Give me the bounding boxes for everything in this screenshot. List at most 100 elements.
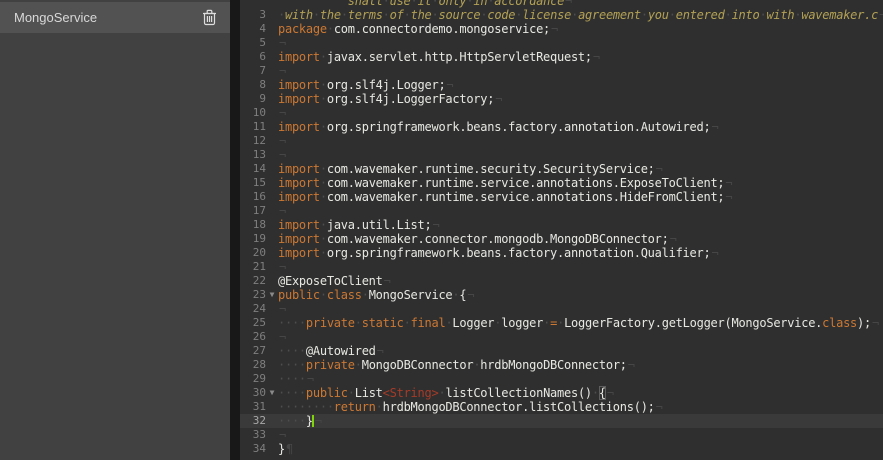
code-text: ····¬ bbox=[278, 372, 883, 386]
line-number-gutter: 33 bbox=[240, 428, 278, 442]
code-line: 18import·java.util.List;¬ bbox=[240, 218, 883, 232]
line-number: 10 bbox=[240, 106, 266, 120]
fold-spacer bbox=[266, 120, 278, 134]
code-text: ¬ bbox=[278, 106, 883, 120]
code-line: 22 @ExposeToClient¬ bbox=[240, 274, 883, 288]
code-editor[interactable]: shall·use·it·only·in·accordance¬3·with·t… bbox=[240, 0, 883, 460]
line-number: 11 bbox=[240, 120, 266, 134]
code-text: ····}¬ bbox=[278, 414, 883, 428]
fold-toggle-icon[interactable]: ▼ bbox=[266, 386, 278, 400]
code-line: 7¬ bbox=[240, 64, 883, 78]
line-number-gutter: 8 bbox=[240, 78, 278, 92]
code-text: package·com.connectordemo.mongoservice;¬ bbox=[278, 22, 883, 36]
fold-spacer bbox=[266, 372, 278, 386]
line-number: 20 bbox=[240, 246, 266, 260]
fold-spacer bbox=[266, 204, 278, 218]
service-name-label: MongoService bbox=[14, 10, 198, 25]
line-number-gutter: 23▼ bbox=[240, 288, 278, 302]
line-number: 28 bbox=[240, 358, 266, 372]
fold-toggle-icon[interactable]: ▼ bbox=[266, 288, 278, 302]
code-line: 26¬ bbox=[240, 330, 883, 344]
line-number-gutter: 6 bbox=[240, 50, 278, 64]
code-text: import·com.wavemaker.connector.mongodb.M… bbox=[278, 232, 883, 246]
code-line: 6import·javax.servlet.http.HttpServletRe… bbox=[240, 50, 883, 64]
code-line: 28····private·MongoDBConnector·hrdbMongo… bbox=[240, 358, 883, 372]
line-number bbox=[240, 0, 266, 8]
line-number-gutter: 25 bbox=[240, 316, 278, 330]
line-number: 19 bbox=[240, 232, 266, 246]
line-number-gutter: 11 bbox=[240, 120, 278, 134]
line-number-gutter: 31 bbox=[240, 400, 278, 414]
line-number-gutter bbox=[240, 0, 278, 8]
code-text: public·class·MongoService·{¬ bbox=[278, 288, 883, 302]
code-line: 21 ¬ bbox=[240, 260, 883, 274]
line-number: 21 bbox=[240, 260, 266, 274]
fold-spacer bbox=[266, 106, 278, 120]
code-text: shall·use·it·only·in·accordance¬ bbox=[278, 0, 883, 8]
fold-spacer bbox=[266, 302, 278, 316]
code-text: ¬ bbox=[278, 260, 883, 274]
fold-spacer bbox=[266, 274, 278, 288]
fold-spacer bbox=[266, 190, 278, 204]
line-number: 26 bbox=[240, 330, 266, 344]
line-number-gutter: 13 bbox=[240, 148, 278, 162]
code-line: 14import·com.wavemaker.runtime.security.… bbox=[240, 162, 883, 176]
code-text: }¶ bbox=[278, 442, 883, 456]
code-text: @ExposeToClient¬ bbox=[278, 274, 883, 288]
code-text: ¬ bbox=[278, 302, 883, 316]
fold-spacer bbox=[266, 50, 278, 64]
line-number: 5 bbox=[240, 36, 266, 50]
code-line: 3·with·the·terms·of·the·source·code·lice… bbox=[240, 8, 883, 22]
line-number-gutter: 24 bbox=[240, 302, 278, 316]
fold-spacer bbox=[266, 64, 278, 78]
services-sidebar: MongoService bbox=[0, 0, 230, 460]
code-text: ¬ bbox=[278, 428, 883, 442]
trash-icon bbox=[202, 9, 217, 26]
line-number: 8 bbox=[240, 78, 266, 92]
line-number: 34 bbox=[240, 442, 266, 456]
code-line: 27····@Autowired¬ bbox=[240, 344, 883, 358]
line-number-gutter: 10 bbox=[240, 106, 278, 120]
code-text: ····@Autowired¬ bbox=[278, 344, 883, 358]
code-line: 16import·com.wavemaker.runtime.service.a… bbox=[240, 190, 883, 204]
fold-spacer bbox=[266, 442, 278, 456]
code-text: import·org.springframework.beans.factory… bbox=[278, 120, 883, 134]
code-line: 30▼····public·List<String>·listCollectio… bbox=[240, 386, 883, 400]
line-number-gutter: 28 bbox=[240, 358, 278, 372]
code-line: 24¬ bbox=[240, 302, 883, 316]
line-number-gutter: 4 bbox=[240, 22, 278, 36]
line-number: 31 bbox=[240, 400, 266, 414]
code-text: import·com.wavemaker.runtime.service.ann… bbox=[278, 176, 883, 190]
delete-service-button[interactable] bbox=[198, 7, 220, 29]
code-text: ¬ bbox=[278, 64, 883, 78]
line-number-gutter: 29 bbox=[240, 372, 278, 386]
sidebar-item-mongoservice[interactable]: MongoService bbox=[0, 2, 230, 33]
line-number: 7 bbox=[240, 64, 266, 78]
code-line: 8import·org.slf4j.Logger;¬ bbox=[240, 78, 883, 92]
code-text: ····public·List<String>·listCollectionNa… bbox=[278, 386, 883, 400]
line-number: 15 bbox=[240, 176, 266, 190]
code-text: import·org.springframework.beans.factory… bbox=[278, 246, 883, 260]
code-line: 9import·org.slf4j.LoggerFactory;¬ bbox=[240, 92, 883, 106]
code-text: ····private·static·final·Logger·logger·=… bbox=[278, 316, 883, 330]
line-number: 14 bbox=[240, 162, 266, 176]
line-number-gutter: 5 bbox=[240, 36, 278, 50]
sidebar-editor-divider[interactable] bbox=[230, 0, 240, 460]
code-line: 12¬ bbox=[240, 134, 883, 148]
line-number-gutter: 30▼ bbox=[240, 386, 278, 400]
line-number: 18 bbox=[240, 218, 266, 232]
line-number: 6 bbox=[240, 50, 266, 64]
line-number: 16 bbox=[240, 190, 266, 204]
fold-spacer bbox=[266, 78, 278, 92]
fold-spacer bbox=[266, 428, 278, 442]
code-line: 34 }¶ bbox=[240, 442, 883, 456]
line-number-gutter: 20 bbox=[240, 246, 278, 260]
line-number: 13 bbox=[240, 148, 266, 162]
line-number: 22 bbox=[240, 274, 266, 288]
line-number-gutter: 21 bbox=[240, 260, 278, 274]
line-number: 30 bbox=[240, 386, 266, 400]
code-line: 29····¬ bbox=[240, 372, 883, 386]
line-number-gutter: 15 bbox=[240, 176, 278, 190]
code-line: 32····}¬ bbox=[240, 414, 883, 428]
line-number-gutter: 3 bbox=[240, 8, 278, 22]
